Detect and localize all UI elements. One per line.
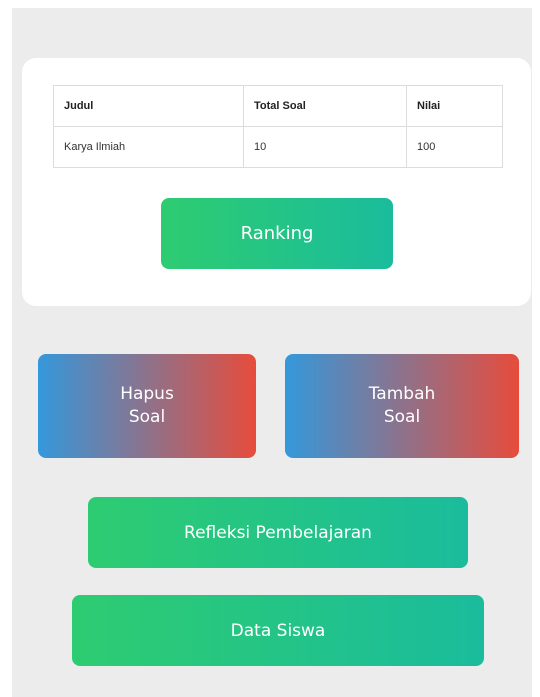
app-screen: Judul Total Soal Nilai Karya Ilmiah 10 1…: [12, 8, 532, 697]
hapus-soal-label-line2: Soal: [128, 407, 166, 427]
cell-total-soal: 10: [243, 126, 407, 168]
cell-nilai: 100: [406, 126, 503, 168]
refleksi-pembelajaran-button[interactable]: Refleksi Pembelajaran: [88, 497, 468, 568]
results-table: Judul Total Soal Nilai Karya Ilmiah 10 1…: [53, 85, 503, 168]
tambah-soal-button[interactable]: Tambah Soal: [285, 354, 519, 458]
hapus-soal-button[interactable]: Hapus Soal: [38, 354, 256, 458]
cell-judul: Karya Ilmiah: [53, 126, 244, 168]
ranking-button[interactable]: Ranking: [161, 198, 393, 269]
data-siswa-label: Data Siswa: [230, 620, 326, 641]
ranking-button-label: Ranking: [240, 223, 314, 244]
refleksi-pembelajaran-label: Refleksi Pembelajaran: [184, 522, 372, 543]
hapus-soal-label-line1: Hapus: [120, 384, 174, 404]
table-row: Karya Ilmiah 10 100: [53, 126, 503, 168]
results-card: Judul Total Soal Nilai Karya Ilmiah 10 1…: [22, 58, 531, 306]
tambah-soal-label-line2: Soal: [383, 407, 421, 427]
tambah-soal-label-line1: Tambah: [368, 384, 436, 404]
column-header-judul: Judul: [53, 85, 244, 127]
column-header-nilai: Nilai: [406, 85, 503, 127]
table-header-row: Judul Total Soal Nilai: [53, 85, 503, 127]
column-header-total-soal: Total Soal: [243, 85, 407, 127]
data-siswa-button[interactable]: Data Siswa: [72, 595, 484, 666]
